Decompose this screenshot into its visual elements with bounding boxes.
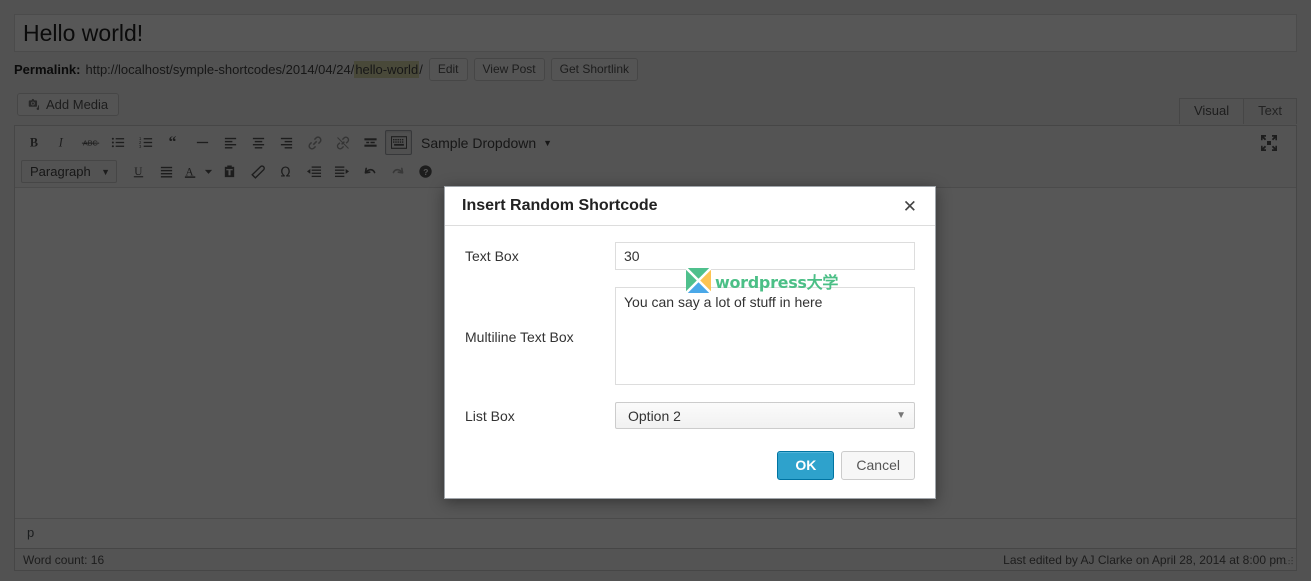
list-box-label: List Box — [465, 407, 515, 424]
list-box-selected-value: Option 2 — [628, 407, 681, 424]
multiline-text-box-label: Multiline Text Box — [465, 329, 574, 345]
list-box-select[interactable]: Option 2 ▼ — [615, 402, 915, 429]
dialog-header: Insert Random Shortcode ✕ — [445, 187, 935, 226]
insert-random-shortcode-dialog: Insert Random Shortcode ✕ wordpress大学 Te… — [444, 186, 936, 499]
dialog-footer: OK Cancel — [445, 445, 935, 498]
field-row-multiline-text-box: Multiline Text Box — [465, 287, 915, 385]
field-row-text-box: Text Box — [465, 242, 915, 270]
multiline-text-box-input[interactable] — [615, 287, 915, 385]
close-icon[interactable]: ✕ — [899, 196, 921, 217]
cancel-button[interactable]: Cancel — [841, 451, 915, 480]
dialog-body: wordpress大学 Text Box Multiline Text Box … — [445, 226, 935, 445]
chevron-down-icon: ▼ — [896, 410, 906, 421]
ok-button[interactable]: OK — [777, 451, 835, 480]
field-row-list-box: List Box Option 2 ▼ — [465, 402, 915, 429]
text-box-input[interactable] — [615, 242, 915, 270]
text-box-label: Text Box — [465, 248, 519, 264]
dialog-title: Insert Random Shortcode — [462, 197, 658, 214]
